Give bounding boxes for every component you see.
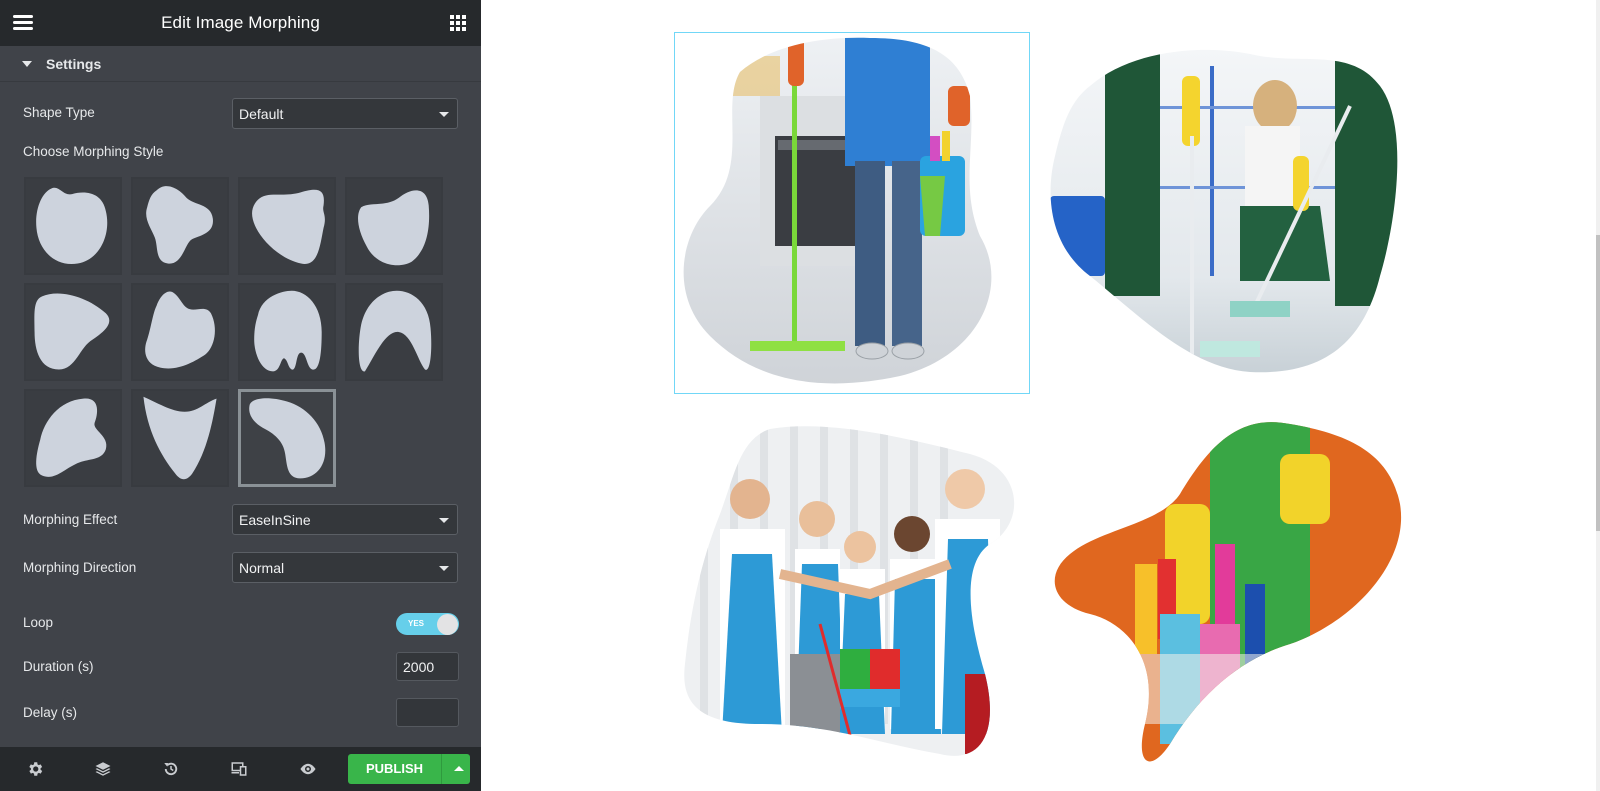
scrollbar-thumb[interactable] xyxy=(1596,235,1600,531)
morph-style-option-9[interactable] xyxy=(24,389,122,487)
blob-6-shape-icon xyxy=(145,291,215,369)
blob-9-shape-icon xyxy=(36,398,107,477)
publish-label: PUBLISH xyxy=(365,761,424,776)
blob-5-shape-icon xyxy=(34,293,110,370)
responsive-icon[interactable] xyxy=(230,760,248,778)
shape-type-select[interactable]: Default xyxy=(232,98,458,129)
loop-toggle[interactable]: YES xyxy=(396,613,459,635)
morph-effect-select[interactable]: EaseInSine xyxy=(232,504,458,535)
morph-style-option-11[interactable] xyxy=(238,389,336,487)
morph-style-option-5[interactable] xyxy=(24,283,122,381)
shape-path xyxy=(358,190,430,266)
panel-header: Edit Image Morphing xyxy=(0,0,481,46)
blob-11-shape-icon xyxy=(249,398,326,479)
shape-path xyxy=(36,187,108,265)
shape-path xyxy=(358,290,432,372)
settings-section-toggle[interactable]: Settings xyxy=(0,46,481,82)
shape-path xyxy=(36,398,107,477)
morph-direction-value: Normal xyxy=(239,559,285,576)
shape-type-value: Default xyxy=(239,105,284,122)
morph-direction-label: Morphing Direction xyxy=(23,560,137,575)
page-scrollbar[interactable] xyxy=(1596,0,1600,791)
publish-button[interactable]: PUBLISH xyxy=(348,754,470,784)
morph-style-option-6[interactable] xyxy=(131,283,229,381)
publish-divider xyxy=(441,754,442,784)
team-mopping-image[interactable] xyxy=(1050,46,1405,376)
morph-style-label: Choose Morphing Style xyxy=(23,144,164,159)
publish-options-button[interactable] xyxy=(450,754,470,784)
blob-3-shape-icon xyxy=(252,189,325,264)
settings-icon[interactable] xyxy=(26,760,44,778)
morph-style-option-4[interactable] xyxy=(345,177,443,275)
editor-panel: Edit Image Morphing Settings Shape Type … xyxy=(0,0,481,791)
chevron-down-icon xyxy=(439,566,449,571)
shape-path xyxy=(254,290,322,372)
morph-style-option-2[interactable] xyxy=(131,177,229,275)
caret-up-icon xyxy=(454,766,464,771)
morph-style-option-10[interactable] xyxy=(131,389,229,487)
delay-label: Delay (s) xyxy=(23,705,78,720)
mop-cleaner-image[interactable] xyxy=(680,36,1020,386)
morph-direction-select[interactable]: Normal xyxy=(232,552,458,583)
shape-path xyxy=(34,293,110,370)
settings-section-label: Settings xyxy=(46,55,102,72)
blob-7-shape-icon xyxy=(254,290,322,372)
shape-type-label: Shape Type xyxy=(23,105,95,120)
blob-2-shape-icon xyxy=(146,186,213,264)
blob-1-shape-icon xyxy=(36,187,108,265)
chevron-down-icon xyxy=(439,112,449,117)
morph-style-option-8[interactable] xyxy=(345,283,443,381)
shape-path xyxy=(145,291,215,369)
supplies-basket-image[interactable] xyxy=(1050,414,1410,774)
blob-4-shape-icon xyxy=(358,190,430,266)
duration-input[interactable] xyxy=(396,652,459,681)
blob-8-shape-icon xyxy=(358,290,432,372)
delay-input[interactable] xyxy=(396,698,459,727)
preview-eye-icon[interactable] xyxy=(299,760,317,778)
morph-style-option-1[interactable] xyxy=(24,177,122,275)
morph-style-option-7[interactable] xyxy=(238,283,336,381)
shape-path xyxy=(252,189,325,264)
cleaning-crew-image[interactable] xyxy=(680,424,1025,769)
shape-path xyxy=(143,396,217,480)
loop-toggle-text: YES xyxy=(408,619,425,628)
morph-effect-value: EaseInSine xyxy=(239,511,311,528)
morph-style-option-3[interactable] xyxy=(238,177,336,275)
morph-effect-label: Morphing Effect xyxy=(23,512,118,527)
morph-style-grid xyxy=(24,177,454,497)
hamburger-icon[interactable] xyxy=(13,15,33,31)
duration-label: Duration (s) xyxy=(23,659,94,674)
panel-title: Edit Image Morphing xyxy=(161,13,320,32)
shape-path xyxy=(249,398,326,479)
grid-icon[interactable] xyxy=(450,15,466,31)
caret-down-icon xyxy=(22,60,32,67)
layers-icon[interactable] xyxy=(94,760,112,778)
toggle-knob xyxy=(437,614,458,635)
history-icon[interactable] xyxy=(162,760,180,778)
blob-10-shape-icon xyxy=(143,396,217,480)
chevron-down-icon xyxy=(439,518,449,523)
shape-path xyxy=(146,186,213,264)
loop-label: Loop xyxy=(23,615,54,630)
preview-canvas xyxy=(481,0,1600,791)
